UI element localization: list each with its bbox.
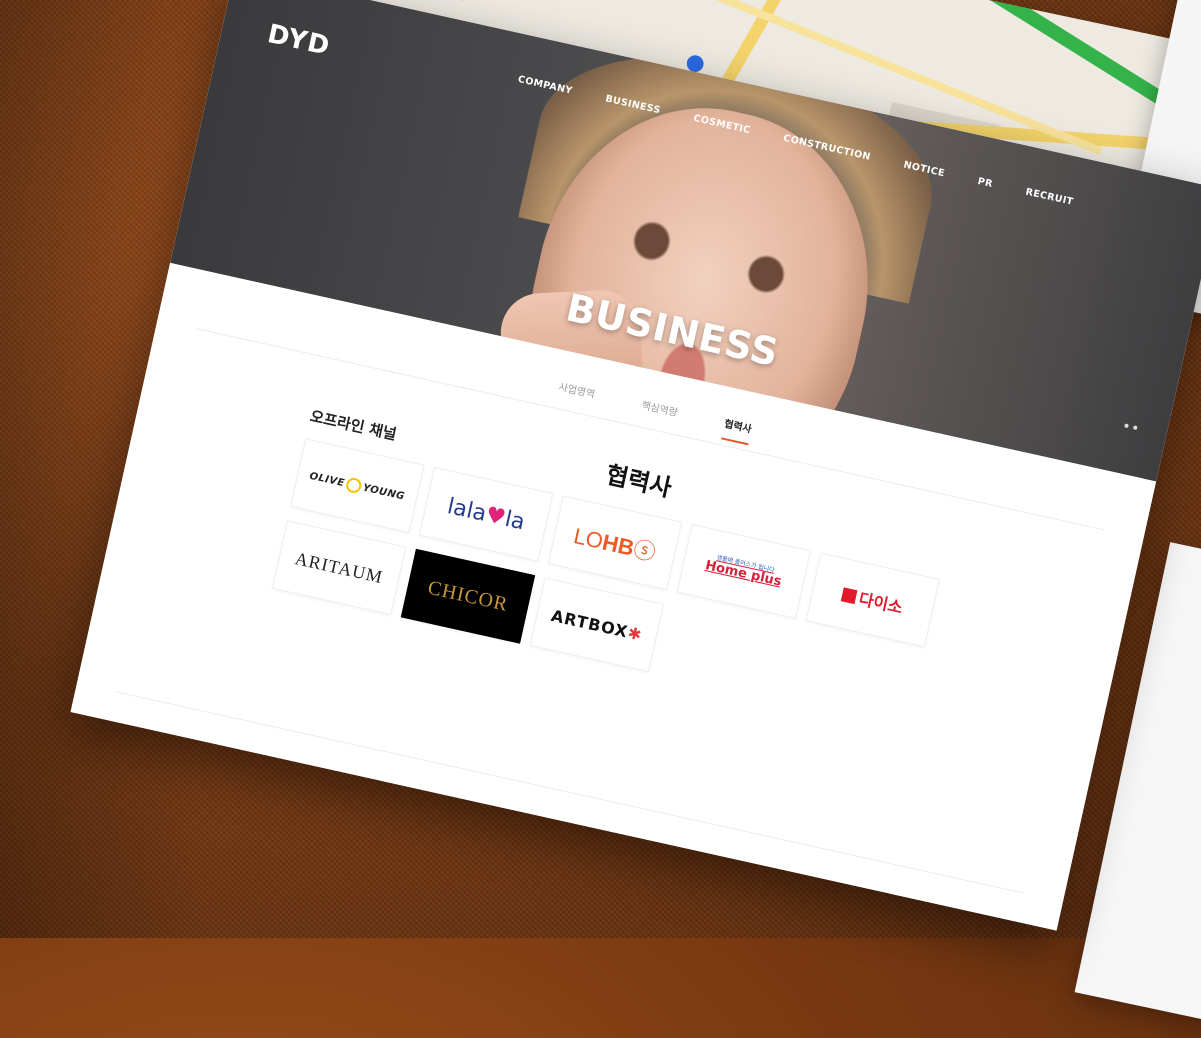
site-logo[interactable]: DYD (265, 19, 333, 62)
olive-young-logo: OLIVE YOUNG (308, 468, 406, 504)
daiso-text: 다이소 (857, 589, 905, 618)
aritaum-logo: ARITAUM (293, 547, 386, 587)
chicor-logo: CHICOR (425, 576, 511, 616)
lalavla-text: lala (445, 493, 489, 527)
homeplus-logo: 생활에 플러스가 됩니다 Home plus (704, 553, 784, 590)
lalavla-logo: lala♥la (445, 494, 527, 535)
daiso-logo: 다이소 (840, 582, 905, 619)
artbox-logo: ARTBOX✱ (549, 606, 644, 645)
partner-olive-young[interactable]: OLIVE YOUNG (290, 438, 425, 534)
olive-young-text: OLIVE (308, 470, 346, 489)
olive-young-circle-icon (344, 475, 363, 494)
nav-item-pr[interactable]: PR (977, 176, 994, 190)
lalavla-text-2: la (502, 506, 528, 535)
artbox-star-icon: ✱ (626, 622, 645, 645)
tab-business-area[interactable]: 사업영역 (555, 378, 596, 410)
partner-artbox[interactable]: ARTBOX✱ (529, 577, 664, 673)
tab-core-competence[interactable]: 핵심역량 (638, 397, 679, 429)
dot (1124, 423, 1129, 429)
partner-lalavla[interactable]: lala♥la (419, 466, 554, 562)
daiso-square-icon (841, 587, 858, 605)
dot (1132, 425, 1138, 431)
partner-homeplus[interactable]: 생활에 플러스가 됩니다 Home plus (676, 524, 812, 619)
nav-item-recruit[interactable]: RECRUIT (1025, 187, 1075, 208)
tab-partners[interactable]: 협력사 (721, 415, 753, 445)
partner-daiso[interactable]: 다이소 (805, 552, 940, 648)
lohbs-logo: LOHBⓢ (571, 518, 659, 567)
artbox-text: ARTBOX (549, 605, 631, 642)
partner-chicor[interactable]: CHICOR (400, 548, 536, 644)
lohbs-s-icon: ⓢ (631, 536, 658, 566)
nav-item-company[interactable]: COMPANY (517, 74, 574, 97)
partner-lohbs[interactable]: LOHBⓢ (547, 495, 683, 591)
partner-aritaum[interactable]: ARITAUM (271, 520, 407, 616)
olive-young-text-2: YOUNG (361, 482, 406, 503)
